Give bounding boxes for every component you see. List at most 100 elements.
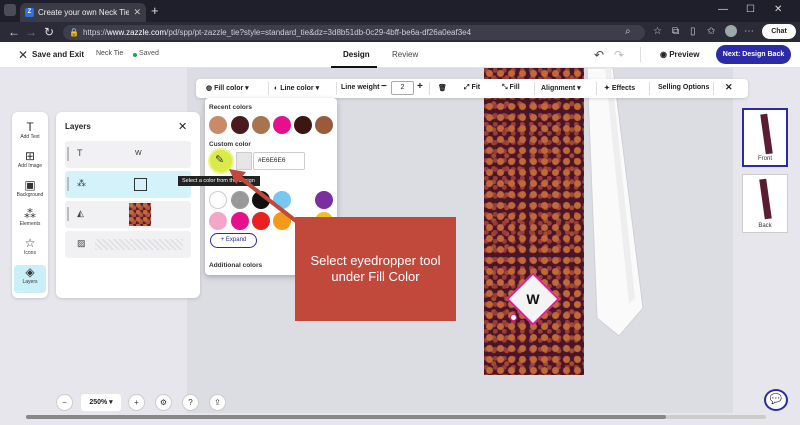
fit-icon: ⤢ bbox=[464, 84, 472, 91]
close-toolbar-icon[interactable]: ✕ bbox=[725, 82, 733, 93]
shape-thumbnail bbox=[134, 178, 147, 191]
rotate-handle[interactable] bbox=[510, 314, 517, 321]
more-menu-icon[interactable]: ⋯ bbox=[744, 26, 754, 37]
help-icon[interactable]: ? bbox=[182, 394, 199, 411]
save-and-exit-button[interactable]: Save and Exit bbox=[32, 50, 84, 59]
collections-icon[interactable]: ✩ bbox=[707, 26, 715, 37]
drag-handle-icon[interactable] bbox=[67, 207, 69, 221]
hex-color-input[interactable]: #E6E6E6 bbox=[253, 152, 305, 170]
view-front-label: Front bbox=[757, 156, 772, 162]
elements-label: Elements bbox=[19, 221, 41, 227]
eyedropper-tooltip: Select a color from the design bbox=[178, 176, 260, 186]
palette-swatch[interactable] bbox=[231, 191, 249, 209]
layer-text[interactable]: T W bbox=[65, 141, 191, 168]
reload-icon[interactable]: ↻ bbox=[44, 25, 54, 39]
background-tool[interactable]: ▣ Background bbox=[14, 178, 46, 206]
editor-header: ✕ Save and Exit Neck Tie Saved Design Re… bbox=[0, 42, 800, 68]
zoom-in-button[interactable]: + bbox=[128, 394, 145, 411]
palette-swatch[interactable] bbox=[209, 212, 227, 230]
close-tab-icon[interactable]: ✕ bbox=[133, 7, 141, 18]
alignment-label: Alignment bbox=[541, 85, 576, 92]
new-tab-icon[interactable]: + bbox=[151, 3, 159, 18]
close-window-icon[interactable]: ✕ bbox=[774, 4, 782, 15]
tab-design[interactable]: Design bbox=[343, 50, 370, 59]
tab-actions-icon[interactable] bbox=[4, 4, 16, 16]
forward-icon[interactable]: → bbox=[25, 25, 37, 39]
share-icon[interactable]: ⇪ bbox=[209, 394, 226, 411]
recent-swatch[interactable] bbox=[273, 116, 291, 134]
extensions-icon[interactable]: ⧉ bbox=[672, 26, 679, 37]
copilot-chat-button[interactable]: Chat bbox=[762, 24, 796, 39]
back-icon[interactable]: ← bbox=[8, 25, 20, 39]
zoom-page-icon[interactable]: ⌕ bbox=[625, 26, 631, 37]
line-color-button[interactable]: ◐ Line color ▾ bbox=[274, 84, 319, 92]
close-layers-icon[interactable]: ✕ bbox=[178, 120, 187, 133]
support-chat-icon[interactable]: 💬 bbox=[764, 389, 788, 411]
palette-swatch[interactable] bbox=[252, 191, 270, 209]
icons-tool[interactable]: ☆ Icons bbox=[14, 236, 46, 264]
fill-color-button[interactable]: ◍ Fill color ▾ bbox=[206, 84, 249, 92]
decrease-weight-icon[interactable]: − bbox=[381, 81, 387, 92]
zoom-select[interactable]: 250% ▾ bbox=[81, 394, 121, 411]
palette-swatch[interactable] bbox=[209, 191, 227, 209]
minimize-icon[interactable]: — bbox=[718, 4, 728, 15]
fill-button[interactable]: ⤡ Fill bbox=[502, 84, 520, 92]
url-prefix: https:// bbox=[82, 28, 107, 37]
recent-swatch[interactable] bbox=[209, 116, 227, 134]
undo-icon[interactable]: ↶ bbox=[594, 48, 604, 62]
recent-swatch[interactable] bbox=[252, 116, 270, 134]
tab-review[interactable]: Review bbox=[392, 50, 418, 59]
text-icon: T bbox=[26, 120, 34, 134]
recent-swatch[interactable] bbox=[294, 116, 312, 134]
view-back[interactable]: Back bbox=[742, 174, 788, 233]
address-bar-row: ← → ↻ 🔒 https://www.zazzle.com/pd/spp/pt-… bbox=[0, 22, 800, 42]
palette-swatch[interactable] bbox=[252, 212, 270, 230]
redo-icon[interactable]: ↷ bbox=[614, 48, 624, 62]
palette-swatch[interactable] bbox=[273, 212, 291, 230]
zoom-out-button[interactable]: − bbox=[56, 394, 73, 411]
selling-options-button[interactable]: Selling Options bbox=[658, 84, 709, 91]
tool-rail: T Add Text ⊞ Add Image ▣ Background ⁂ Elemen… bbox=[12, 112, 48, 298]
settings-icon[interactable]: ⚙ bbox=[155, 394, 172, 411]
next-design-back-button[interactable]: Next: Design Back bbox=[716, 45, 791, 64]
layers-label: Layers bbox=[22, 279, 38, 285]
preview-button[interactable]: ◉ Preview bbox=[660, 50, 699, 59]
scrollbar-thumb[interactable] bbox=[26, 415, 666, 419]
palette-swatch[interactable] bbox=[231, 212, 249, 230]
split-screen-icon[interactable]: ▯ bbox=[690, 26, 696, 37]
browser-tab[interactable]: Z Create your own Neck Tie | Zazzle ✕ bbox=[20, 3, 146, 22]
layers-tool[interactable]: ◈ Layers bbox=[14, 265, 46, 293]
delete-icon[interactable]: 🗑 bbox=[438, 84, 447, 92]
url-field[interactable]: 🔒 https://www.zazzle.com/pd/spp/pt-zazzle… bbox=[63, 25, 645, 40]
palette-swatch[interactable] bbox=[273, 191, 291, 209]
recent-swatch[interactable] bbox=[315, 116, 333, 134]
drag-handle-icon[interactable] bbox=[67, 147, 69, 161]
layer-background[interactable]: ▨ bbox=[65, 231, 191, 258]
recent-swatch[interactable] bbox=[231, 116, 249, 134]
expand-colors-button[interactable]: + Expand bbox=[210, 233, 257, 248]
image-icon: ⊞ bbox=[24, 149, 36, 163]
palette-swatch[interactable] bbox=[315, 191, 333, 209]
layer-shape[interactable]: ⁂ bbox=[65, 171, 191, 198]
close-icon[interactable]: ✕ bbox=[18, 48, 28, 62]
favorite-icon[interactable]: ☆ bbox=[653, 26, 662, 37]
drag-handle-icon[interactable] bbox=[67, 177, 69, 191]
toolbar-divider bbox=[268, 82, 269, 95]
effects-button[interactable]: ✦ Effects bbox=[604, 84, 635, 92]
increase-weight-icon[interactable]: + bbox=[417, 81, 423, 92]
horizontal-scrollbar[interactable] bbox=[26, 415, 766, 419]
layer-image[interactable]: ◭ bbox=[65, 201, 191, 228]
line-weight-input[interactable]: 2 bbox=[391, 81, 414, 95]
alignment-button[interactable]: Alignment ▾ bbox=[541, 84, 581, 92]
elements-tool[interactable]: ⁂ Elements bbox=[14, 207, 46, 235]
add-image-tool[interactable]: ⊞ Add Image bbox=[14, 149, 46, 177]
add-text-tool[interactable]: T Add Text bbox=[14, 120, 46, 148]
view-front[interactable]: Front bbox=[742, 108, 788, 167]
profile-avatar[interactable] bbox=[725, 25, 737, 37]
tie-design-surface[interactable] bbox=[484, 68, 584, 375]
callout-line-2: under Fill Color bbox=[331, 269, 420, 284]
fit-button[interactable]: ⤢ Fit bbox=[464, 84, 480, 92]
fill-label: Fill bbox=[509, 84, 520, 91]
monogram-text[interactable]: W bbox=[514, 280, 552, 318]
maximize-icon[interactable]: ☐ bbox=[746, 4, 755, 15]
